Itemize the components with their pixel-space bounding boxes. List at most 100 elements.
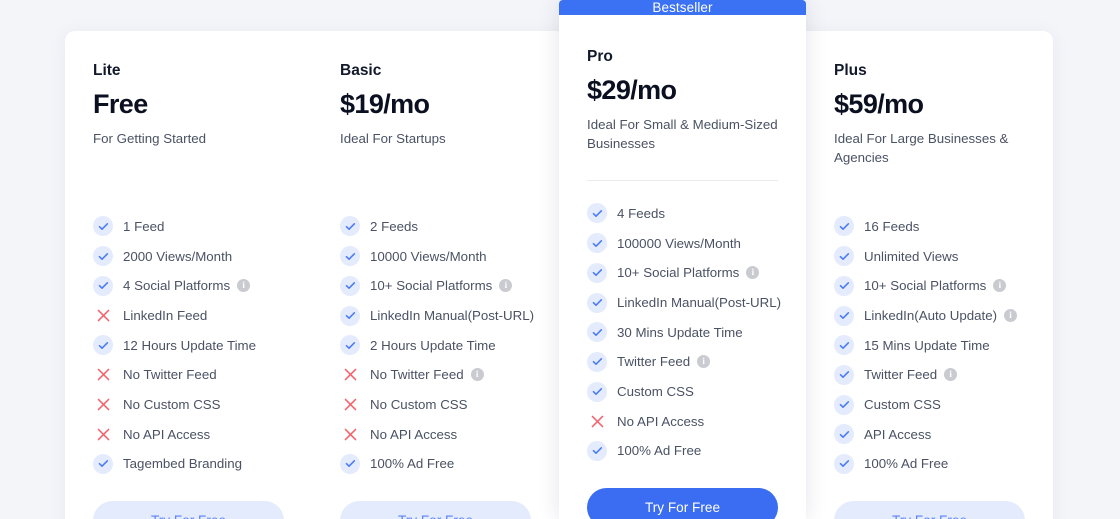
feature-label: 100% Ad Free — [864, 456, 949, 472]
feature-item: 10000 Views/Month — [340, 241, 531, 271]
feature-label: Tagembed Branding — [123, 456, 243, 472]
plan-price: Free — [93, 88, 148, 119]
feature-item: 2000 Views/Month — [93, 241, 284, 271]
check-icon — [340, 305, 360, 326]
check-icon — [587, 203, 607, 224]
feature-label: LinkedIn Manual(Post-URL) — [617, 294, 782, 310]
check-icon — [834, 335, 854, 356]
plan-card-pro: Bestseller Pro $29/mo Ideal For Small & Med… — [559, 0, 806, 519]
cta-container: Try For Free — [587, 487, 778, 519]
plan-price: $19/mo — [340, 88, 430, 119]
divider — [587, 179, 778, 181]
feature-label: 1 Feed — [123, 218, 165, 234]
cross-icon — [340, 395, 360, 415]
cross-icon — [93, 424, 113, 444]
plan-name: Pro — [587, 48, 613, 65]
check-icon — [340, 246, 360, 267]
info-icon[interactable]: i — [697, 355, 711, 369]
cross-icon — [340, 365, 360, 385]
check-icon — [834, 364, 854, 385]
cta-container: Try For Free — [93, 500, 284, 519]
plan-body: Pro $29/mo Ideal For Small & Medium-Sized … — [559, 15, 806, 519]
check-icon — [834, 216, 854, 237]
check-icon — [834, 305, 854, 326]
info-icon[interactable]: i — [1004, 309, 1018, 323]
feature-item: 30 Mins Update Time — [587, 317, 778, 347]
feature-item: No API Access — [340, 419, 531, 449]
feature-item: 10+ Social Platforms i — [587, 258, 778, 288]
cross-icon — [587, 411, 607, 431]
feature-label: 100% Ad Free — [370, 456, 455, 472]
feature-item: Custom CSS — [834, 390, 1025, 420]
feature-item: 10+ Social Platforms i — [340, 271, 531, 301]
cross-icon — [93, 306, 113, 326]
plan-price: $29/mo — [587, 74, 677, 105]
plan-description: For Getting Started — [93, 130, 207, 146]
check-icon — [93, 335, 113, 356]
feature-label: No Twitter Feed — [370, 367, 464, 383]
feature-list: 2 Feeds 10000 Views/Month 10+ Social Platf… — [340, 212, 534, 479]
feature-item: Twitter Feed i — [587, 347, 778, 377]
feature-item: 15 Mins Update Time — [834, 330, 1025, 360]
feature-label: LinkedIn Feed — [123, 307, 208, 323]
feature-item: Custom CSS — [587, 377, 778, 407]
feature-label: No Custom CSS — [123, 396, 221, 412]
check-icon — [834, 246, 854, 267]
plan-name: Plus — [834, 62, 867, 79]
feature-item: 2 Feeds — [340, 212, 531, 242]
check-icon — [587, 262, 607, 283]
feature-item: 12 Hours Update Time — [93, 330, 284, 360]
feature-label: 4 Social Platforms — [123, 278, 231, 294]
plan-name: Lite — [93, 62, 121, 79]
check-icon — [834, 424, 854, 445]
feature-label: Custom CSS — [617, 383, 694, 399]
info-icon[interactable]: i — [746, 266, 760, 280]
info-icon[interactable]: i — [470, 368, 484, 382]
check-icon — [340, 335, 360, 356]
plan-price: $59/mo — [834, 88, 924, 119]
check-icon — [587, 381, 607, 402]
feature-item: 100% Ad Free — [834, 449, 1025, 479]
pricing-table: Lite Free For Getting Started 1 Feed 2000 Vi… — [0, 0, 1120, 519]
feature-item: 1 Feed — [93, 212, 284, 242]
info-icon[interactable]: i — [237, 279, 251, 293]
feature-label: 12 Hours Update Time — [123, 337, 257, 353]
info-icon[interactable]: i — [499, 279, 513, 293]
try-for-free-button[interactable]: Try For Free — [834, 500, 1025, 519]
check-icon — [587, 351, 607, 372]
check-icon — [587, 322, 607, 343]
plans-row: Lite Free For Getting Started 1 Feed 2000 Vi… — [65, 0, 1053, 519]
check-icon — [587, 440, 607, 461]
feature-item: Unlimited Views — [834, 241, 1025, 271]
bestseller-badge: Bestseller — [559, 0, 806, 15]
feature-item: 4 Social Platforms i — [93, 271, 284, 301]
feature-label: 100000 Views/Month — [617, 235, 741, 251]
check-icon — [340, 216, 360, 237]
feature-item: No API Access — [93, 419, 284, 449]
feature-item: 2 Hours Update Time — [340, 330, 531, 360]
feature-item: 16 Feeds — [834, 212, 1025, 242]
feature-label: No Custom CSS — [370, 396, 468, 412]
info-icon[interactable]: i — [993, 279, 1007, 293]
feature-label: 10+ Social Platforms — [370, 278, 493, 294]
feature-label: No API Access — [123, 426, 211, 442]
plan-body: Plus $59/mo Ideal For Large Businesses & A… — [806, 31, 1053, 519]
feature-list: 16 Feeds Unlimited Views 10+ Social Platfo… — [834, 212, 1025, 479]
cta-container: Try For Free — [834, 500, 1025, 519]
feature-label: 2 Hours Update Time — [370, 337, 496, 353]
check-icon — [340, 275, 360, 296]
feature-item: 4 Feeds — [587, 199, 778, 229]
plan-description: Ideal For Large Businesses & Agencies — [834, 130, 1009, 166]
feature-list: 4 Feeds 100000 Views/Month 10+ Social Plat… — [587, 199, 782, 466]
cross-icon — [340, 424, 360, 444]
feature-label: No Twitter Feed — [123, 367, 217, 383]
feature-item: LinkedIn(Auto Update) i — [834, 301, 1025, 331]
feature-item: Twitter Feed i — [834, 360, 1025, 390]
try-for-free-button[interactable]: Try For Free — [93, 500, 284, 519]
info-icon[interactable]: i — [944, 368, 958, 382]
feature-label: 30 Mins Update Time — [617, 324, 743, 340]
try-for-free-button[interactable]: Try For Free — [340, 500, 531, 519]
feature-item: LinkedIn Manual(Post-URL) — [587, 288, 782, 318]
try-for-free-button[interactable]: Try For Free — [587, 487, 778, 519]
feature-label: Custom CSS — [864, 396, 941, 412]
